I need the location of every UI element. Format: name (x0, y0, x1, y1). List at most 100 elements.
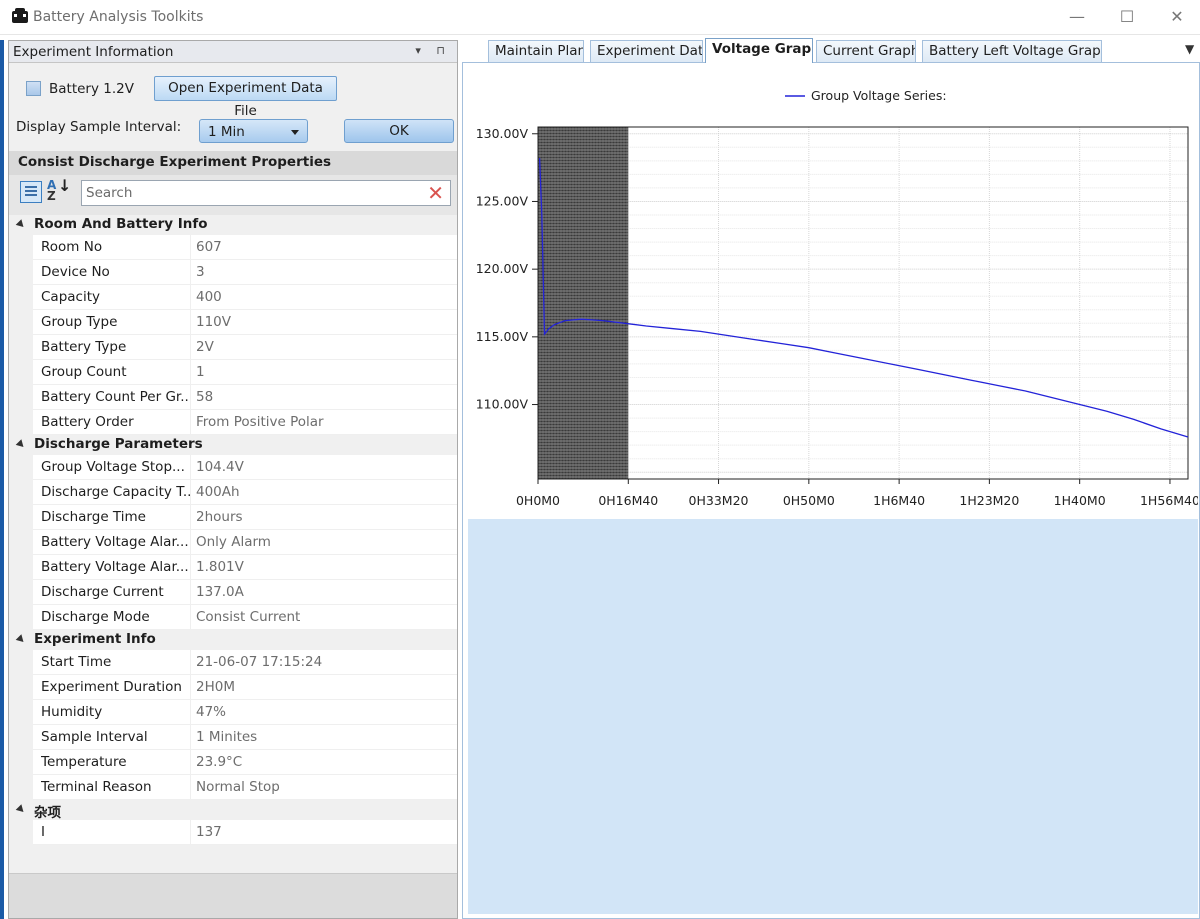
property-name: Terminal Reason (41, 779, 152, 795)
column-divider (190, 605, 191, 630)
property-search-input[interactable]: Search ✕ (81, 180, 451, 206)
property-value[interactable]: Normal Stop (196, 779, 280, 795)
property-row[interactable]: Capacity 400 (9, 285, 457, 310)
property-row[interactable]: Humidity 47% (9, 700, 457, 725)
property-row[interactable]: Discharge Mode Consist Current (9, 605, 457, 630)
property-value[interactable]: 2hours (196, 509, 243, 525)
property-row[interactable]: Discharge Capacity T... 400Ah (9, 480, 457, 505)
row-gutter (9, 310, 33, 335)
property-row[interactable]: Battery Type 2V (9, 335, 457, 360)
property-category[interactable]: Discharge Parameters (9, 435, 457, 455)
tabs-dropdown-icon[interactable]: ▼ (1185, 42, 1194, 56)
property-category[interactable]: Room And Battery Info (9, 215, 457, 235)
property-row[interactable]: Room No 607 (9, 235, 457, 260)
property-value[interactable]: 1 (196, 364, 205, 380)
property-category[interactable]: 杂项 (9, 800, 457, 821)
property-row[interactable]: Start Time 21-06-07 17:15:24 (9, 650, 457, 675)
tab-battery-left-voltage-graph[interactable]: Battery Left Voltage Graph (922, 40, 1102, 62)
property-value[interactable]: 58 (196, 389, 213, 405)
minimize-button[interactable]: — (1054, 0, 1100, 34)
y-tick-label: 110.00V (476, 397, 529, 412)
property-value[interactable]: 104.4V (196, 459, 244, 475)
row-gutter (9, 675, 33, 700)
column-divider (190, 675, 191, 700)
property-name: Capacity (41, 289, 100, 305)
panel-pin-buttons[interactable]: ▾ ⊓ (415, 44, 451, 57)
property-row[interactable]: Discharge Time 2hours (9, 505, 457, 530)
property-value[interactable]: 21-06-07 17:15:24 (196, 654, 322, 670)
property-name: Sample Interval (41, 729, 148, 745)
property-name: Group Type (41, 314, 118, 330)
battery-checkbox-label: Battery 1.2V (49, 81, 134, 97)
property-row[interactable]: I 137 (9, 820, 457, 845)
categorized-view-icon[interactable] (20, 181, 42, 203)
column-divider (190, 650, 191, 675)
row-gutter (9, 750, 33, 775)
property-value[interactable]: Consist Current (196, 609, 300, 625)
property-value[interactable]: 3 (196, 264, 205, 280)
property-name: Discharge Capacity T... (41, 484, 191, 500)
row-gutter (9, 385, 33, 410)
property-row[interactable]: Group Type 110V (9, 310, 457, 335)
close-button[interactable]: ✕ (1154, 0, 1200, 34)
category-label: Discharge Parameters (34, 436, 203, 452)
collapse-triangle-icon[interactable] (15, 219, 27, 230)
column-divider (190, 555, 191, 580)
collapse-triangle-icon[interactable] (15, 804, 27, 815)
column-divider (190, 310, 191, 335)
property-value[interactable]: 1.801V (196, 559, 244, 575)
ok-button[interactable]: OK (344, 119, 454, 143)
property-value[interactable]: 23.9°C (196, 754, 242, 770)
row-gutter (9, 360, 33, 385)
column-divider (190, 505, 191, 530)
sample-interval-select[interactable]: 1 Min (199, 119, 308, 143)
property-value[interactable]: Only Alarm (196, 534, 271, 550)
sample-interval-label: Display Sample Interval: (16, 119, 182, 135)
property-grid: Room And Battery Info Room No 607 Device No… (9, 215, 457, 845)
property-name: I (41, 824, 45, 840)
tab-experiment-data[interactable]: Experiment Data (590, 40, 703, 62)
battery-checkbox[interactable] (26, 81, 41, 96)
property-value[interactable]: 607 (196, 239, 222, 255)
property-category[interactable]: Experiment Info (9, 630, 457, 650)
collapse-triangle-icon[interactable] (15, 634, 27, 645)
plot-frame (537, 126, 1189, 480)
property-name: Battery Order (41, 414, 134, 430)
property-row[interactable]: Terminal Reason Normal Stop (9, 775, 457, 800)
property-value[interactable]: 2V (196, 339, 214, 355)
row-gutter (9, 820, 33, 845)
property-value[interactable]: 137 (196, 824, 222, 840)
property-value[interactable]: 400 (196, 289, 222, 305)
tab-current-graph[interactable]: Current Graph (816, 40, 916, 62)
property-row[interactable]: Experiment Duration 2H0M (9, 675, 457, 700)
property-value[interactable]: 1 Minites (196, 729, 257, 745)
property-value[interactable]: 47% (196, 704, 226, 720)
property-value[interactable]: 137.0A (196, 584, 244, 600)
property-row[interactable]: Discharge Current 137.0A (9, 580, 457, 605)
property-value[interactable]: From Positive Polar (196, 414, 324, 430)
row-gutter (9, 455, 33, 480)
maximize-button[interactable]: ☐ (1104, 0, 1150, 34)
property-row[interactable]: Temperature 23.9°C (9, 750, 457, 775)
clear-search-icon[interactable]: ✕ (427, 182, 444, 204)
tab-maintain-plan[interactable]: Maintain Plan (488, 40, 584, 62)
property-row[interactable]: Group Count 1 (9, 360, 457, 385)
tab-voltage-graph[interactable]: Voltage Graph (705, 38, 813, 63)
property-value[interactable]: 400Ah (196, 484, 240, 500)
property-row[interactable]: Device No 3 (9, 260, 457, 285)
property-row[interactable]: Battery Voltage Alar... 1.801V (9, 555, 457, 580)
open-experiment-data-file-button[interactable]: Open Experiment Data File (154, 76, 337, 119)
property-row[interactable]: Battery Order From Positive Polar (9, 410, 457, 435)
alphabetical-sort-icon[interactable]: A Z ↓ (47, 178, 71, 203)
property-row[interactable]: Battery Count Per Gr... 58 (9, 385, 457, 410)
column-divider (190, 725, 191, 750)
property-row[interactable]: Sample Interval 1 Minites (9, 725, 457, 750)
property-row[interactable]: Battery Voltage Alar... Only Alarm (9, 530, 457, 555)
property-value[interactable]: 110V (196, 314, 231, 330)
column-divider (190, 385, 191, 410)
property-value[interactable]: 2H0M (196, 679, 235, 695)
row-gutter (9, 605, 33, 630)
property-name: Discharge Mode (41, 609, 150, 625)
property-row[interactable]: Group Voltage Stop... 104.4V (9, 455, 457, 480)
collapse-triangle-icon[interactable] (15, 439, 27, 450)
